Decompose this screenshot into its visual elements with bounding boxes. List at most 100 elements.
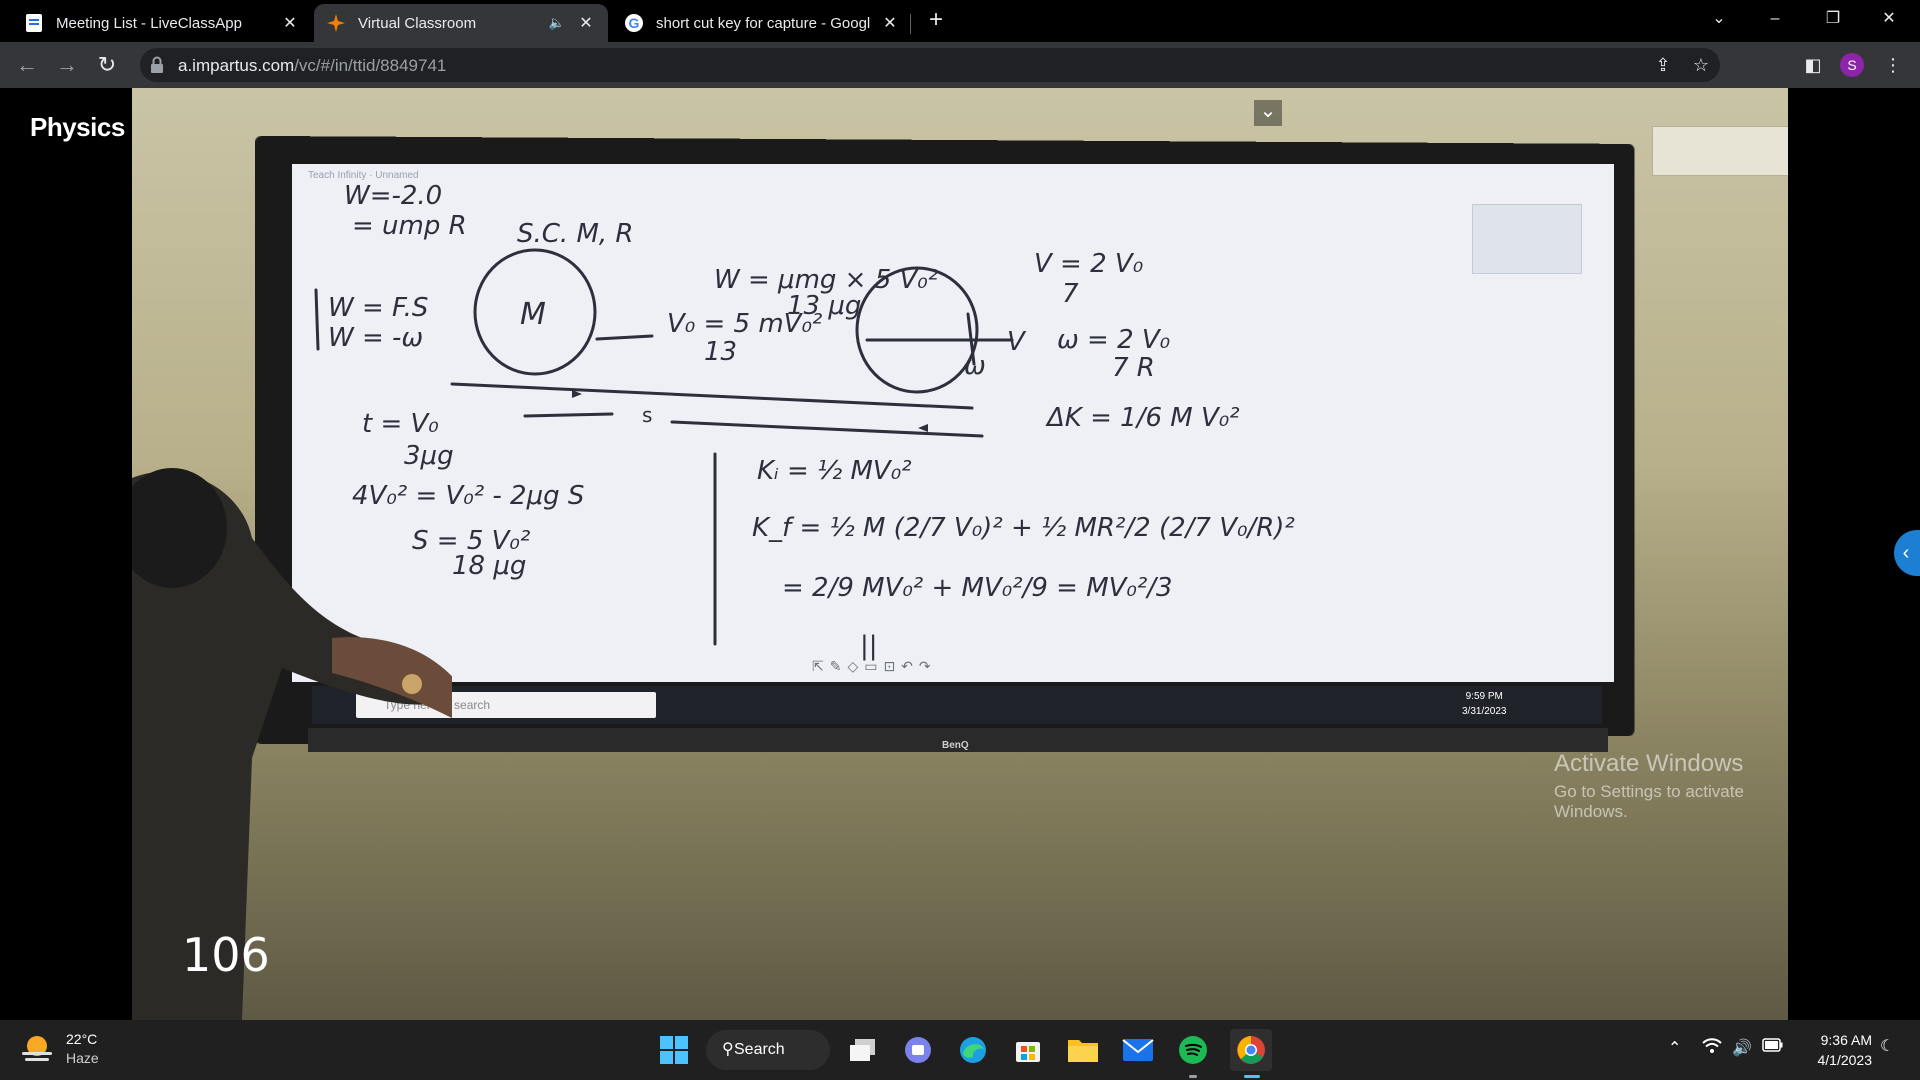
more-menu-icon[interactable]: ⋮: [1880, 52, 1906, 78]
svg-text:ω = 2 V₀: ω = 2 V₀: [1057, 325, 1171, 355]
speaker-icon[interactable]: 🔈: [546, 15, 568, 31]
document-icon: [24, 13, 44, 33]
show-hidden-icons-chevron-icon[interactable]: ⌃: [1668, 1038, 1681, 1058]
running-indicator: [1189, 1075, 1197, 1078]
tab-divider: [910, 14, 911, 34]
tab-title: Meeting List - LiveClassApp: [56, 14, 242, 32]
side-panel-icon[interactable]: ◧: [1800, 52, 1826, 78]
reload-icon[interactable]: ↻: [92, 50, 122, 80]
browser-toolbar: ← → ↻ a.impartus.com/vc/#/in/ttid/884974…: [0, 42, 1920, 88]
teams-chat-icon[interactable]: [900, 1032, 936, 1068]
activate-windows-title: Activate Windows: [1554, 750, 1744, 777]
svg-text:ω: ω: [964, 351, 986, 381]
lecturer: [132, 468, 452, 1020]
close-tab-icon[interactable]: ✕: [280, 13, 300, 33]
url-text: a.impartus.com/vc/#/in/ttid/8849741: [178, 56, 446, 76]
taskbar-search-label: Search: [734, 1041, 785, 1058]
spotify-icon[interactable]: [1175, 1032, 1211, 1068]
activate-windows-subtitle: Go to Settings to activate Windows.: [1554, 782, 1744, 821]
taskbar-search-button[interactable]: ⚲ Search: [706, 1030, 830, 1070]
collapse-chevrons-icon[interactable]: ⌄: [1254, 100, 1282, 126]
restore-button[interactable]: ❐: [1806, 0, 1860, 38]
edge-browser-icon[interactable]: [955, 1032, 991, 1068]
close-tab-icon[interactable]: ✕: [576, 13, 596, 33]
url-host: a.impartus.com: [178, 56, 295, 75]
lecture-video[interactable]: Teach Infinity · Unnamed W=-2.0 = ump R …: [132, 88, 1788, 1020]
svg-text:7 R: 7 R: [1112, 353, 1155, 383]
svg-text:= 2/9 MV₀² + MV₀²/9 = MV₀²/3: = 2/9 MV₀² + MV₀²/9 = MV₀²/3: [782, 573, 1173, 603]
svg-text:G: G: [629, 15, 640, 31]
whiteboard-toolbar: ⇱✎◇▭⊡↶↷: [812, 658, 937, 674]
impartus-star-icon: [326, 13, 346, 33]
google-icon: G: [624, 13, 644, 33]
svg-text:M: M: [520, 297, 546, 332]
chrome-icon[interactable]: [1230, 1029, 1272, 1071]
back-arrow-icon[interactable]: ←: [12, 50, 42, 80]
tab-virtual-classroom[interactable]: Virtual Classroom 🔈 ✕: [314, 4, 608, 42]
svg-text:= ump R: = ump R: [352, 211, 467, 241]
svg-text:V₀ = 5 mV₀²: V₀ = 5 mV₀²: [667, 309, 822, 339]
tv-date: 3/31/2023: [1462, 706, 1507, 717]
forward-arrow-icon[interactable]: →: [52, 50, 82, 80]
minimize-button[interactable]: –: [1748, 0, 1802, 38]
task-view-icon[interactable]: [845, 1032, 881, 1068]
tab-google-search[interactable]: G short cut key for capture - Googl ✕: [612, 4, 912, 42]
tab-title: Virtual Classroom: [358, 14, 477, 32]
whiteboard-screen: Teach Infinity · Unnamed W=-2.0 = ump R …: [292, 164, 1614, 682]
weather-widget[interactable]: 22°C Haze: [20, 1030, 99, 1068]
wall-socket: [1652, 126, 1788, 176]
svg-text:S.C. M, R: S.C. M, R: [517, 219, 633, 249]
volume-icon[interactable]: 🔊: [1732, 1038, 1752, 1058]
mail-icon[interactable]: [1120, 1032, 1156, 1068]
svg-text:W = F.S: W = F.S: [328, 293, 428, 323]
address-bar[interactable]: a.impartus.com/vc/#/in/ttid/8849741 ⇪ ☆: [140, 48, 1720, 82]
bookmark-star-icon[interactable]: ☆: [1690, 54, 1712, 76]
handwritten-notes: W=-2.0 = ump R S.C. M, R W = F.S W = -ω …: [314, 181, 1295, 661]
share-icon[interactable]: ⇪: [1652, 54, 1674, 76]
video-frame-counter: 106: [182, 928, 270, 982]
close-window-button[interactable]: ✕: [1862, 0, 1916, 38]
weather-temp: 22°C: [66, 1031, 98, 1047]
lock-icon[interactable]: [150, 56, 168, 74]
svg-text:7: 7: [1062, 279, 1079, 309]
new-tab-button[interactable]: +: [922, 6, 950, 34]
page-thumbnail: [1472, 204, 1582, 274]
tab-title: short cut key for capture - Googl: [656, 14, 871, 32]
close-tab-icon[interactable]: ✕: [880, 13, 900, 33]
tv-brand-logo: BenQ: [942, 740, 969, 751]
clock-date: 4/1/2023: [1817, 1052, 1873, 1068]
search-icon: ⚲: [722, 1041, 734, 1058]
active-indicator: [1244, 1075, 1260, 1078]
svg-text:V: V: [1007, 327, 1027, 357]
subject-title: Physics: [30, 112, 125, 142]
tab-search-chevron-icon[interactable]: ⌄: [1692, 0, 1746, 38]
hazy-sun-icon: [22, 1036, 52, 1061]
url-path: /vc/#/in/ttid/8849741: [294, 56, 447, 75]
svg-text:t = V₀: t = V₀: [362, 409, 439, 439]
system-clock[interactable]: 9:36 AM 4/1/2023: [1806, 1030, 1873, 1070]
wifi-icon[interactable]: [1702, 1038, 1722, 1059]
virtual-classroom-page: Physics Teach Infinity · Unnamed W=-2.0 …: [0, 88, 1920, 1020]
svg-text:ΔK = 1/6 M V₀²: ΔK = 1/6 M V₀²: [1045, 403, 1240, 433]
svg-text:W=-2.0: W=-2.0: [344, 181, 442, 211]
side-panel-chevron-icon[interactable]: ‹: [1894, 530, 1920, 576]
svg-text:W = -ω: W = -ω: [328, 323, 423, 353]
microsoft-store-icon[interactable]: [1010, 1032, 1046, 1068]
tab-meeting-list[interactable]: Meeting List - LiveClassApp ✕: [12, 4, 312, 42]
browser-tab-strip: Meeting List - LiveClassApp ✕ Virtual Cl…: [0, 0, 1920, 42]
tv-time: 9:59 PM: [1465, 691, 1503, 702]
svg-text:||: ||: [860, 631, 878, 661]
svg-text:V = 2 V₀: V = 2 V₀: [1034, 249, 1144, 279]
tv-taskbar: Type here to search 9:59 PM 3/31/2023: [312, 686, 1602, 724]
windows-taskbar: 22°C Haze ⚲ Search ⌃ 🔊 9:36 AM 4/1/2023 …: [0, 1020, 1920, 1080]
svg-text:13: 13: [704, 337, 737, 367]
focus-assist-moon-icon[interactable]: ☾: [1880, 1036, 1894, 1056]
svg-text:s: s: [642, 403, 652, 427]
start-windows-icon[interactable]: [656, 1032, 692, 1068]
profile-avatar[interactable]: S: [1840, 53, 1864, 77]
battery-icon[interactable]: [1762, 1038, 1784, 1057]
file-explorer-icon[interactable]: [1065, 1032, 1101, 1068]
svg-text:K_f = ½ M (2/7 V₀)² + ½ MR²/2: K_f = ½ M (2/7 V₀)² + ½ MR²/2 (2/7 V₀/R)…: [752, 513, 1295, 543]
svg-text:Kᵢ = ½ MV₀²: Kᵢ = ½ MV₀²: [757, 456, 912, 486]
svg-text:18 μg: 18 μg: [452, 551, 526, 581]
